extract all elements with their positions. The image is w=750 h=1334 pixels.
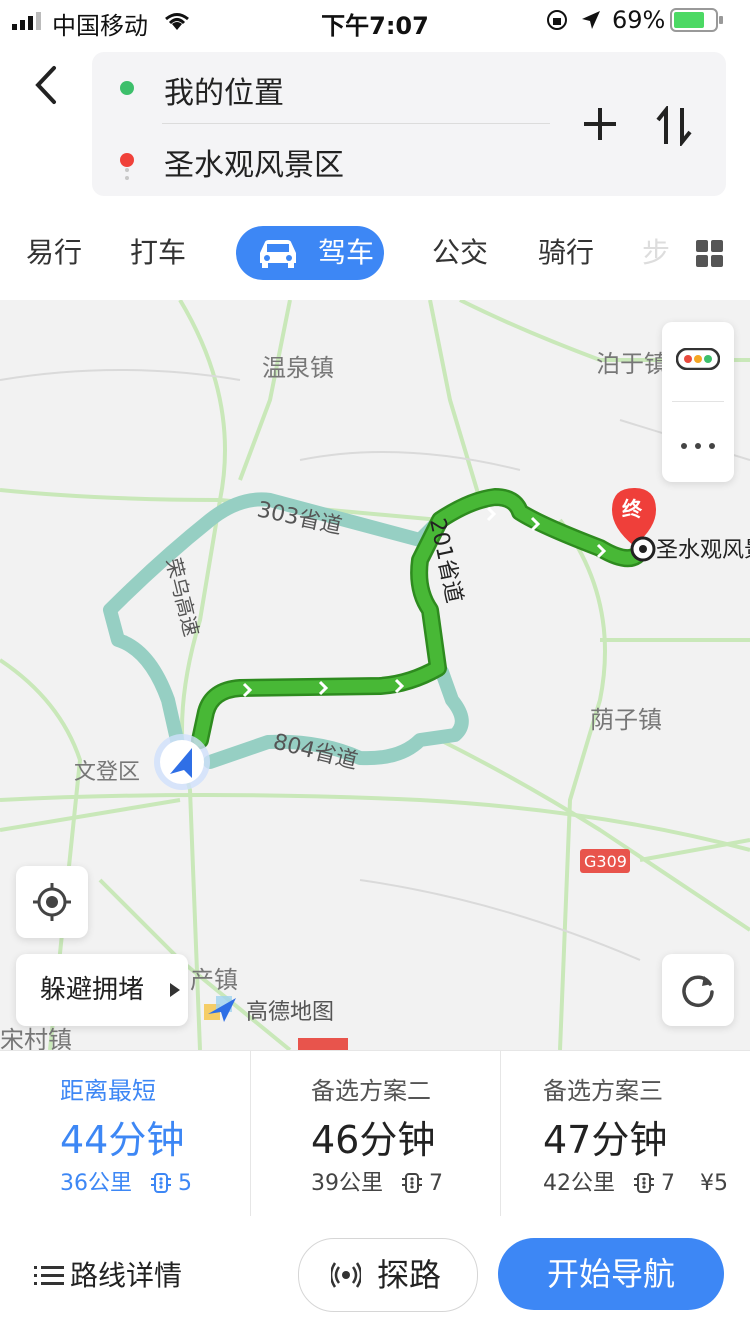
destination-dot xyxy=(120,153,134,167)
location-arrow-icon xyxy=(582,11,600,29)
car-icon xyxy=(260,240,296,268)
map-view[interactable]: 303省道 804省道 201省道 荣乌高速 G309 终 圣水观风景 温泉镇 … xyxy=(0,300,750,1050)
traffic-light-count-icon xyxy=(151,1173,171,1193)
dest-map-label: 圣水观风景 xyxy=(656,538,750,563)
option-summary: 39公里 7 xyxy=(311,1165,443,1197)
route-option-1[interactable]: 距离最短 44分钟 36公里 5 xyxy=(0,1051,250,1217)
broadcast-icon xyxy=(331,1262,361,1288)
road-804-label: 804省道 xyxy=(271,730,360,775)
option-duration: 47分钟 xyxy=(543,1118,668,1162)
plus-icon xyxy=(584,108,616,140)
origin-dot xyxy=(120,81,134,95)
battery-percent: 69% xyxy=(612,6,666,34)
traffic-toggle[interactable] xyxy=(662,322,734,400)
amap-logo-icon xyxy=(204,996,236,1022)
play-arrow-icon xyxy=(170,983,180,997)
option-title: 备选方案三 xyxy=(543,1077,663,1105)
option-distance: 36公里 xyxy=(60,1171,132,1196)
option-duration: 46分钟 xyxy=(311,1118,436,1162)
tab-bus[interactable]: 公交 xyxy=(432,226,488,280)
ellipsis-icon xyxy=(681,443,715,449)
tab-taxi[interactable]: 打车 xyxy=(130,226,186,280)
swap-route-button[interactable] xyxy=(656,104,692,148)
option-duration: 44分钟 xyxy=(60,1118,185,1162)
expressway-label: 荣乌高速 xyxy=(161,555,204,638)
crosshair-icon xyxy=(33,883,71,921)
swap-icon xyxy=(656,104,692,148)
locate-me-button[interactable] xyxy=(16,866,88,938)
tab-drive-label: 驾车 xyxy=(318,236,375,269)
route-input-panel: 我的位置 圣水观风景区 xyxy=(92,52,726,196)
divider xyxy=(672,401,724,402)
tab-bike[interactable]: 骑行 xyxy=(538,226,594,280)
traffic-light-count-icon xyxy=(634,1173,654,1193)
back-button[interactable] xyxy=(26,60,66,110)
town-bozi: 泊于镇 xyxy=(596,350,668,378)
list-icon xyxy=(34,1266,64,1285)
end-marker-label: 终 xyxy=(622,497,643,521)
option-title: 备选方案二 xyxy=(311,1077,431,1105)
town-wenquan: 温泉镇 xyxy=(262,354,334,382)
battery-icon xyxy=(670,8,723,32)
district-wendeng: 文登区 xyxy=(74,760,141,785)
option-lights: 7 xyxy=(661,1171,675,1196)
amap-logo-text: 高德地图 xyxy=(246,1000,335,1025)
refresh-route-button[interactable] xyxy=(662,954,734,1026)
tab-walk[interactable]: 步 xyxy=(642,226,670,280)
divider xyxy=(162,123,550,124)
option-title: 距离最短 xyxy=(60,1077,156,1105)
option-distance: 39公里 xyxy=(311,1171,383,1196)
probe-road-button[interactable]: 探路 xyxy=(298,1238,478,1312)
avoid-congestion-button[interactable]: 躲避拥堵 xyxy=(16,954,188,1026)
map-tools-card xyxy=(662,322,734,482)
status-bar: 中国移动 下午7:07 69% xyxy=(0,0,750,40)
route-options: 距离最短 44分钟 36公里 5 备选方案二 46分钟 39公里 7 备选方案三… xyxy=(0,1050,750,1218)
route-option-3[interactable]: 备选方案三 47分钟 42公里 7 ¥5 xyxy=(500,1051,750,1217)
option-toll: ¥5 xyxy=(700,1171,728,1196)
more-options-button[interactable] xyxy=(662,404,734,482)
start-navigation-button[interactable]: 开始导航 xyxy=(498,1238,724,1310)
g309-label: G309 xyxy=(584,852,627,871)
rotation-lock-icon xyxy=(547,10,567,30)
option-lights: 7 xyxy=(429,1171,443,1196)
route-details-label: 路线详情 xyxy=(70,1259,183,1292)
more-modes-grid-icon[interactable] xyxy=(696,240,724,268)
probe-road-label: 探路 xyxy=(377,1256,442,1294)
refresh-icon xyxy=(682,975,714,1007)
travel-mode-tabs: 易行 打车 驾车 公交 骑行 步 xyxy=(0,226,750,286)
destination-field[interactable]: 圣水观风景区 xyxy=(164,140,344,184)
map-canvas: 303省道 804省道 201省道 荣乌高速 G309 终 圣水观风景 xyxy=(0,300,750,1050)
option-summary: 36公里 5 xyxy=(60,1165,192,1197)
route-option-2[interactable]: 备选方案二 46分钟 39公里 7 xyxy=(250,1051,501,1217)
tab-drive[interactable]: 驾车 xyxy=(236,226,384,280)
add-waypoint-button[interactable] xyxy=(582,106,618,142)
avoid-congestion-label: 躲避拥堵 xyxy=(40,975,145,1005)
origin-field[interactable]: 我的位置 xyxy=(164,68,284,112)
tab-yixing[interactable]: 易行 xyxy=(26,226,82,280)
option-lights: 5 xyxy=(178,1171,192,1196)
chevron-left-icon xyxy=(35,66,56,104)
town-yinzi: 荫子镇 xyxy=(590,706,662,734)
option-summary: 42公里 7 ¥5 xyxy=(543,1165,728,1197)
option-distance: 42公里 xyxy=(543,1171,615,1196)
traffic-light-count-icon xyxy=(402,1173,422,1193)
traffic-light-icon xyxy=(676,348,720,370)
road-badge-fragment xyxy=(298,1038,348,1050)
